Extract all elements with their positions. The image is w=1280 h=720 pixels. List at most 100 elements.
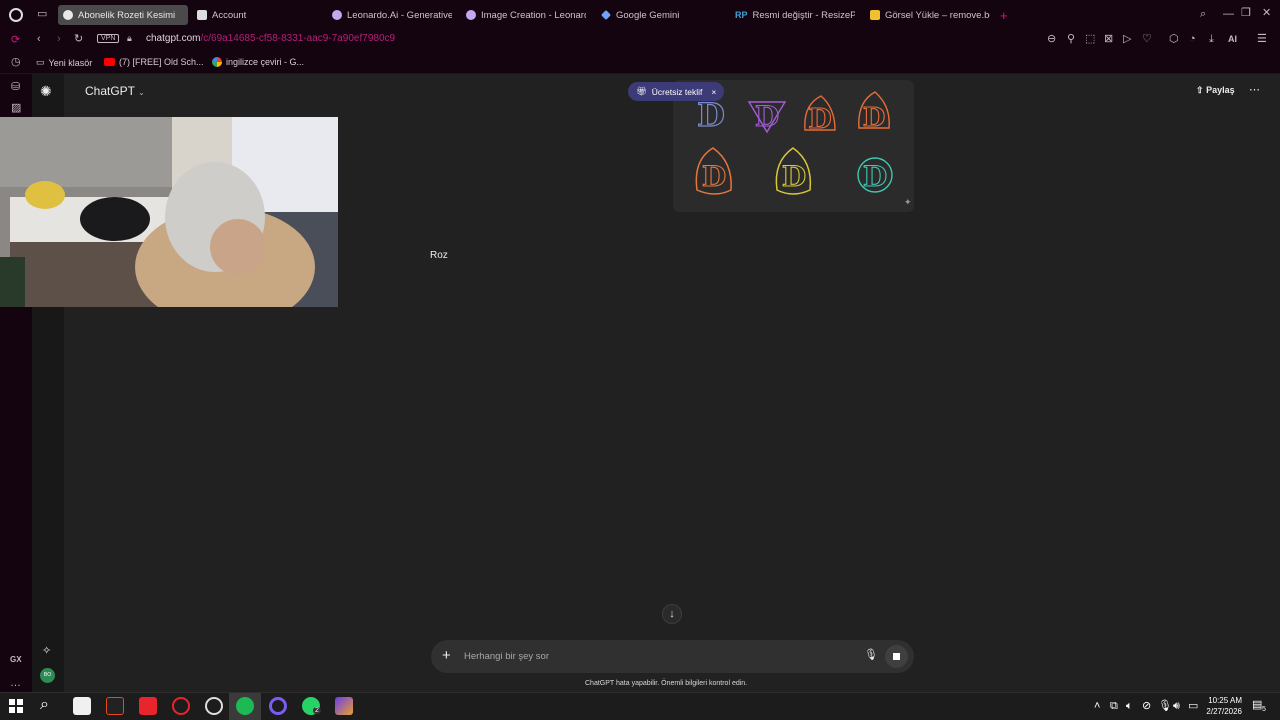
photos-icon[interactable] [335,697,353,715]
svg-text:D: D [697,96,725,134]
microphone-icon[interactable]: 🎙︎ [864,650,878,661]
extensions-icon[interactable]: ⬡ [1169,34,1179,45]
lock-icon[interactable]: 🔒︎ [127,34,132,43]
snapshot-icon[interactable]: ⬚ [1085,34,1095,45]
bookmark-label: (7) [FREE] Old Sch... [119,57,204,67]
player-icon[interactable]: ▷ [1123,34,1131,45]
arrow-down-icon: ↓ [669,608,675,620]
new-tab-plus-icon[interactable]: + [1000,9,1008,22]
resizepix-favicon-icon: RP [735,10,748,20]
leonardo-favicon-icon [466,10,476,20]
heart-icon[interactable]: ♡ [1142,34,1152,45]
menu-icon[interactable]: ☰ [1257,34,1267,45]
tab-account[interactable]: Account [192,5,322,25]
downloads-icon[interactable]: ⤓ [1209,34,1214,45]
tray-audio-icon[interactable]: 🔈︎ [1126,701,1133,712]
free-offer-pill[interactable]: 🎁︎ Ücretsiz teklif × [628,82,725,101]
gift-icon: 🎁︎ [636,86,647,96]
opera-icon[interactable] [172,697,190,715]
app-ring-icon[interactable] [269,697,287,715]
vpn-badge[interactable]: VPN [97,34,120,43]
url-field[interactable]: chatgpt.com/c/69a14685-cf58-8331-aac9-7a… [146,33,395,44]
bookmark-translate[interactable]: ingilizce çeviri - G... [212,57,304,67]
search-tabs-icon[interactable]: ⌕ [1200,9,1206,20]
tab-abonelik[interactable]: Abonelik Rozeti Kesimi [58,5,188,25]
tab-image-creation[interactable]: Image Creation - Leonard [461,5,586,25]
close-icon[interactable]: × [711,87,716,97]
removebg-favicon-icon [870,10,880,20]
more-options-icon[interactable]: … [10,678,21,689]
badge-7: D [857,157,893,194]
openai-logo-icon[interactable]: ✺ [40,84,52,98]
back-icon[interactable]: ‹ [37,34,41,45]
share-button[interactable]: ⇧ Paylaş [1196,85,1235,96]
bookmark-youtube[interactable]: (7) [FREE] Old Sch... [104,57,204,67]
scroll-to-bottom-button[interactable]: ↓ [662,604,682,624]
youtube-icon [104,58,115,66]
notifications-icon[interactable]: ▤ [1252,700,1262,711]
clock[interactable]: 10:25 AM 2/27/2026 [1204,695,1242,717]
bookmark-folder[interactable]: ▭ Yeni klasör [36,57,92,68]
badge-5: D [695,147,732,195]
webcam-feed [0,117,338,307]
google-icon [212,57,222,67]
sync-icon[interactable]: ⟳ [11,35,20,46]
profile-icon[interactable]: ◔ [1189,34,1196,45]
webcam-overlay [0,117,338,307]
user-message: Roz [430,250,448,261]
reload-icon[interactable]: ↻ [74,34,83,45]
clock-time: 10:25 AM [1208,696,1242,705]
store-icon[interactable] [73,697,91,715]
model-selector[interactable]: ChatGPT ⌄ [85,84,145,98]
forward-icon[interactable]: › [57,34,61,45]
history-icon[interactable]: ◷ [11,57,21,68]
url-path: /c/69a14685-cf58-8331-aac9-7a90ef7980c9 [200,33,396,44]
tray-chevron-icon[interactable]: ˄ [1094,701,1100,712]
tab-list-icon[interactable]: ▭ [37,9,47,20]
gemini-favicon-icon [601,10,611,20]
tab-leonardo[interactable]: Leonardo.Ai - Generative [327,5,452,25]
plus-icon[interactable]: + [442,648,451,663]
ai-label: AI [1228,34,1237,44]
minimize-icon[interactable]: — [1223,9,1234,20]
spotify-icon[interactable] [236,697,254,715]
close-window-icon[interactable]: ✕ [1262,8,1271,19]
gx-control-icon[interactable]: ⛁ [11,82,20,93]
stop-button[interactable] [885,645,908,668]
stop-icon [893,653,900,660]
zoom-icon[interactable]: ⊖ [1047,34,1056,45]
leonardo-favicon-icon [332,10,342,20]
more-icon[interactable]: ⋯ [1249,85,1260,96]
display-icon[interactable]: ▭ [1188,701,1198,712]
folder-icon: ▭ [36,57,45,67]
share-label: Paylaş [1206,85,1235,95]
windows-start-icon[interactable] [9,699,23,713]
tray-network-icon[interactable]: ⊘ [1142,701,1151,712]
volume-icon[interactable]: 🔊︎ [1173,701,1180,712]
search-icon[interactable]: ⌕ [40,697,49,713]
opera-gx-logo-icon[interactable] [9,8,23,22]
gx-label[interactable]: GX [10,656,22,664]
wps-icon[interactable] [139,697,157,715]
tab-resizepix[interactable]: RP Resmi değiştir - ResizePix [730,5,855,25]
avatar[interactable]: BO [40,668,55,683]
tab-gemini[interactable]: Google Gemini [596,5,721,25]
badge-1: D [697,95,726,134]
gx-corner-icon[interactable]: ▨ [11,103,21,114]
sparkle-icon[interactable]: ✧ [42,646,51,657]
tray-app-icon[interactable]: ⧉ [1110,701,1118,712]
aria-ai-button[interactable]: AI [1228,35,1237,44]
browser-tab-bar: ▭ Abonelik Rozeti Kesimi Account Leonard… [0,0,1280,30]
tab-removebg[interactable]: Görsel Yükle – remove.bg [865,5,990,25]
restore-icon[interactable]: ❐ [1241,8,1251,19]
share-icon: ⇧ [1196,85,1204,95]
shield-icon[interactable]: ⊠ [1104,34,1113,45]
badge-4: D [858,91,890,134]
pin-icon[interactable]: ⚲ [1067,34,1075,45]
prompt-input[interactable]: Herhangi bir şey sor [464,651,549,662]
app-icon[interactable] [106,697,124,715]
tray-mic-icon[interactable]: 🎙︎ [1158,701,1172,712]
svg-text:D: D [702,160,726,193]
chatgpt-favicon-icon [63,10,73,20]
opera-gx-icon[interactable] [205,697,223,715]
